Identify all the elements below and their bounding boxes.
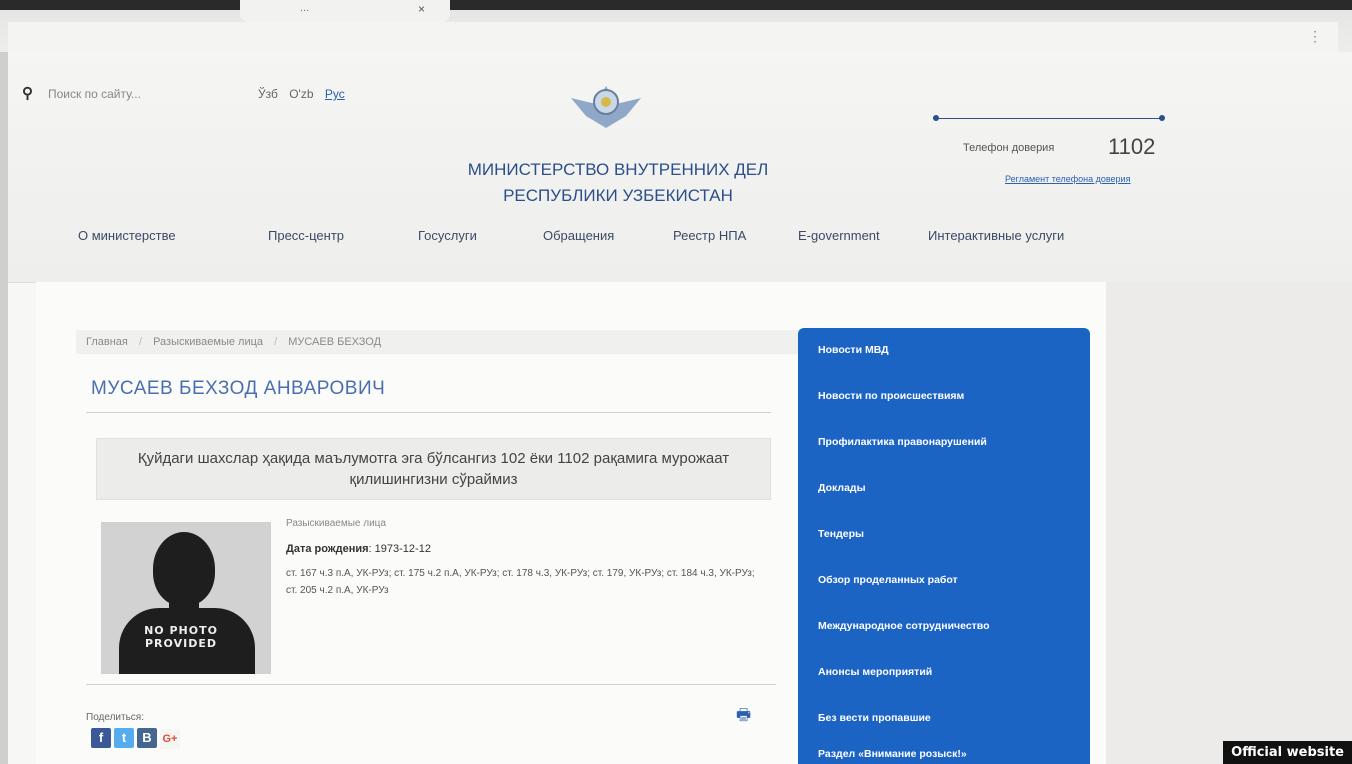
nav-appeals[interactable]: Обращения	[543, 228, 614, 243]
lang-uz-cyrillic[interactable]: Ўзб	[258, 87, 278, 101]
nav-press-center[interactable]: Пресс-центр	[268, 228, 344, 243]
lang-ru[interactable]: Рус	[325, 87, 345, 101]
hotline-divider	[933, 118, 1163, 119]
official-website-caption: Official website	[1223, 741, 1352, 764]
twitter-share-button[interactable]: t	[114, 728, 134, 748]
hotline-label: Телефон доверия	[963, 142, 1055, 154]
browser-tab[interactable]: ... ×	[240, 0, 450, 22]
share-buttons: f t B G+	[91, 728, 183, 752]
share-label: Поделиться:	[86, 712, 144, 723]
browser-menu-icon[interactable]: ⋮	[1308, 28, 1322, 45]
breadcrumb: Главная / Разыскиваемые лица / МУСАЕВ БЕ…	[76, 330, 811, 354]
site-search[interactable]: ⚲ Поиск по сайту...	[18, 84, 248, 110]
address-bar[interactable]	[8, 22, 1338, 53]
page-title: МУСАЕВ БЕХЗОД АНВАРОВИЧ	[91, 378, 386, 399]
breadcrumb-separator: /	[138, 336, 142, 348]
hotline-number: 1102	[1108, 134, 1156, 159]
lang-uz-latin[interactable]: O'zb	[289, 87, 313, 101]
no-photo-line2: PROVIDED	[145, 637, 217, 650]
search-icon[interactable]: ⚲	[22, 84, 33, 102]
sidebar-item-tenders[interactable]: Тендеры	[818, 528, 864, 540]
photo-frame: ... × ⋮ ⚲ Поиск по сайту... Ўзб O'zb Рус…	[0, 0, 1352, 764]
sidebar-item-wanted[interactable]: Раздел «Внимание розыск!»	[818, 748, 967, 760]
ministry-title-line1: МИНИСТЕРСТВО ВНУТРЕННИХ ДЕЛ	[467, 160, 769, 179]
tab-title: ...	[300, 2, 310, 14]
hotline-regulation-link[interactable]: Регламент телефона доверия	[1005, 174, 1130, 184]
sidebar-item-events[interactable]: Анонсы мероприятий	[818, 666, 932, 678]
vk-share-button[interactable]: B	[137, 728, 157, 748]
ministry-emblem-icon	[571, 86, 641, 128]
no-photo-text: NO PHOTO PROVIDED	[131, 624, 231, 650]
sidebar-item-missing[interactable]: Без вести пропавшие	[818, 712, 931, 724]
breadcrumb-current: МУСАЕВ БЕХЗОД	[288, 336, 382, 348]
sidebar-item-prevention[interactable]: Профилактика правонарушений	[818, 436, 987, 448]
sidebar-item-reports[interactable]: Доклады	[818, 482, 866, 494]
language-switcher: Ўзб O'zb Рус	[258, 87, 353, 101]
birth-date-value: 1973-12-12	[374, 543, 431, 555]
browser-chrome: ... × ⋮	[0, 0, 1352, 53]
notice-box: Қуйдаги шахслар ҳақида маълумотга эга бў…	[96, 438, 771, 500]
person-info: Разыскиваемые лица Дата рождения: 1973-1…	[286, 518, 756, 599]
googleplus-share-button[interactable]: G+	[160, 729, 180, 749]
breadcrumb-home[interactable]: Главная	[86, 336, 128, 348]
ministry-title-line2: РЕСПУБЛИКИ УЗБЕКИСТАН	[503, 186, 733, 205]
nav-about-ministry[interactable]: О министерстве	[78, 228, 176, 243]
background-right	[1106, 282, 1352, 764]
birth-date-label: Дата рождения	[286, 543, 369, 555]
sidebar-menu: Новости МВД Новости по происшествиям Про…	[798, 328, 1090, 764]
content-divider	[86, 684, 776, 685]
main-nav: О министерстве Пресс-центр Госуслуги Обр…	[78, 222, 1138, 252]
person-category: Разыскиваемые лица	[286, 518, 386, 529]
sidebar-item-international[interactable]: Международное сотрудничество	[818, 620, 990, 632]
search-input[interactable]: Поиск по сайту...	[48, 87, 141, 101]
title-divider	[86, 412, 771, 413]
person-photo: NO PHOTO PROVIDED	[101, 522, 271, 674]
breadcrumb-separator: /	[274, 336, 278, 348]
sidebar-item-work-review[interactable]: Обзор проделанных работ	[818, 574, 958, 586]
nav-e-government[interactable]: E-government	[798, 228, 880, 243]
nav-interactive-services[interactable]: Интерактивные услуги	[928, 228, 1064, 243]
birth-date: Дата рождения: 1973-12-12	[286, 543, 431, 555]
sidebar-item-incidents[interactable]: Новости по происшествиям	[818, 390, 964, 402]
site-header: ⚲ Поиск по сайту... Ўзб O'zb Рус МИНИСТЕ…	[8, 52, 1352, 283]
print-icon[interactable]: 🖶	[736, 704, 751, 731]
breadcrumb-wanted[interactable]: Разыскиваемые лица	[153, 336, 263, 348]
sidebar-item-news[interactable]: Новости МВД	[818, 344, 889, 356]
facebook-share-button[interactable]: f	[91, 728, 111, 748]
nav-npa-registry[interactable]: Реестр НПА	[673, 228, 746, 243]
hotline-dot-right	[1159, 115, 1165, 121]
no-photo-line1: NO PHOTO	[144, 624, 218, 637]
nav-gov-services[interactable]: Госуслуги	[418, 228, 477, 243]
web-page: ⚲ Поиск по сайту... Ўзб O'zb Рус МИНИСТЕ…	[8, 52, 1352, 764]
ministry-title[interactable]: МИНИСТЕРСТВО ВНУТРЕННИХ ДЕЛ РЕСПУБЛИКИ У…	[428, 157, 808, 209]
criminal-articles: ст. 167 ч.3 п.А, УК-РУз; ст. 175 ч.2 п.А…	[286, 568, 755, 596]
tab-close-icon[interactable]: ×	[418, 2, 425, 16]
hotline-dot-left	[933, 115, 939, 121]
